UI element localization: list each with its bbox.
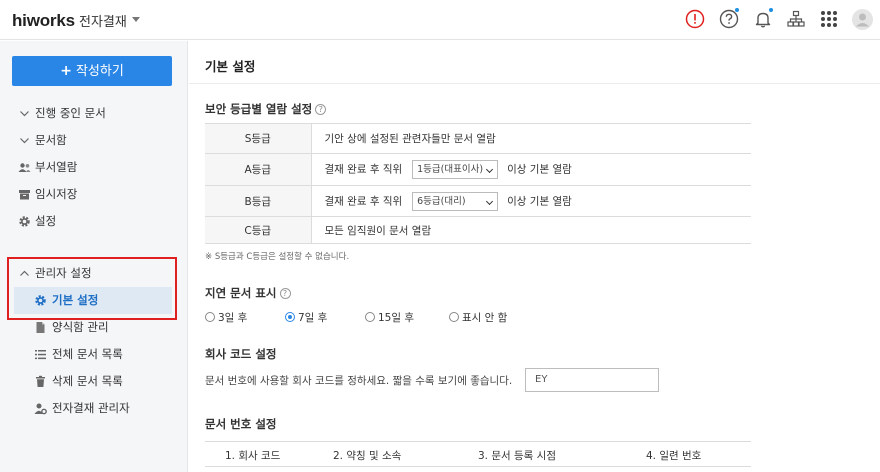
- delay-section-title: 지연 문서 표시?: [205, 285, 291, 301]
- divider: [189, 83, 880, 84]
- radio-icon[interactable]: [205, 312, 215, 322]
- sidebar-item-label: 임시저장: [35, 187, 78, 201]
- radio-label: 표시 안 함: [462, 312, 508, 324]
- chevron-down-icon: [20, 138, 29, 144]
- doc-number-part: 3. 문서 등록 시점: [478, 450, 556, 462]
- main-content: 기본 설정 보안 등급별 열람 설정? S등급 기안 상에 설정된 관련자들만 …: [189, 41, 880, 472]
- app-title[interactable]: 전자결재: [79, 11, 127, 30]
- grade-row-c: C등급 모든 임직원이 문서 열람: [205, 216, 751, 244]
- page-title: 기본 설정: [205, 59, 256, 74]
- app-menu-caret-icon[interactable]: [132, 17, 140, 22]
- grade-label: A등급: [205, 153, 312, 186]
- sidebar-item-label: 부서열람: [35, 160, 78, 174]
- grade-suffix: 이상 기본 열람: [507, 195, 572, 207]
- help-icon[interactable]: ?: [315, 104, 327, 115]
- company-code-section-title: 회사 코드 설정: [205, 347, 277, 361]
- help-notification-dot: [735, 8, 739, 12]
- compose-label: 작성하기: [75, 64, 124, 79]
- company-code-input[interactable]: EY: [525, 368, 659, 392]
- sidebar-item-in-progress[interactable]: 진행 중인 문서: [0, 100, 188, 127]
- radio-label: 15일 후: [378, 312, 415, 324]
- file-icon: [36, 322, 45, 333]
- security-grade-table: S등급 기안 상에 설정된 관련자들만 문서 열람 A등급 결재 완료 후 직위…: [205, 123, 751, 244]
- sidebar-item-approval-admin[interactable]: 전자결재 관리자: [0, 395, 188, 422]
- security-title-text: 보안 등급별 열람 설정: [205, 102, 313, 116]
- company-code-description: 문서 번호에 사용할 회사 코드를 정하세요. 짧을 수록 보기에 좋습니다.: [205, 375, 513, 387]
- radio-icon[interactable]: [365, 312, 375, 322]
- delay-option-7days[interactable]: 7일 후: [285, 310, 327, 325]
- sidebar-item-label: 설정: [35, 214, 57, 228]
- doc-number-part: 4. 일련 번호: [646, 450, 702, 462]
- grade-value: 결재 완료 후 직위 6등급(대리) 이상 기본 열람: [311, 185, 751, 217]
- grade-suffix: 이상 기본 열람: [507, 163, 572, 176]
- org-chart-icon[interactable]: [786, 9, 806, 29]
- radio-label: 7일 후: [298, 312, 328, 324]
- sidebar-item-label: 문서함: [35, 133, 67, 147]
- security-section-title: 보안 등급별 열람 설정?: [205, 101, 327, 117]
- grade-b-position-select[interactable]: 6등급(대리): [412, 191, 499, 211]
- sidebar-item-deleted-documents[interactable]: 삭제 문서 목록: [0, 368, 188, 395]
- bell-icon[interactable]: [753, 9, 773, 29]
- sidebar-item-label: 전체 문서 목록: [52, 347, 123, 361]
- grade-value: 모든 임직원이 문서 열람: [311, 216, 751, 244]
- sidebar-item-label: 전자결재 관리자: [52, 401, 130, 415]
- grade-label: B등급: [205, 185, 312, 217]
- users-icon: [18, 163, 31, 172]
- chevron-down-icon: [20, 111, 29, 117]
- doc-number-format-row: 1. 회사 코드 2. 약칭 및 소속 3. 문서 등록 시점 4. 일련 번호: [205, 441, 751, 467]
- highlight-annotation: [7, 257, 177, 320]
- radio-icon[interactable]: [449, 312, 459, 322]
- help-icon[interactable]: [719, 9, 739, 29]
- doc-number-section-title: 문서 번호 설정: [205, 417, 277, 431]
- apps-grid-icon[interactable]: [819, 9, 839, 29]
- bell-notification-dot: [769, 8, 773, 12]
- grade-row-s: S등급 기안 상에 설정된 관련자들만 문서 열람: [205, 123, 751, 154]
- alert-icon[interactable]: [685, 9, 705, 29]
- compose-button[interactable]: + 작성하기: [12, 56, 172, 86]
- top-bar: hiworks 전자결재: [0, 0, 880, 40]
- grade-label: S등급: [205, 123, 312, 154]
- grade-value: 결재 완료 후 직위 1등급(대표이사) 이상 기본 열람: [311, 153, 751, 186]
- security-note: ※ S등급과 C등급은 설정할 수 없습니다.: [205, 252, 350, 262]
- sidebar-item-all-documents[interactable]: 전체 문서 목록: [0, 341, 188, 368]
- delay-option-15days[interactable]: 15일 후: [365, 310, 414, 325]
- grade-value: 기안 상에 설정된 관련자들만 문서 열람: [311, 123, 751, 154]
- avatar[interactable]: [852, 9, 873, 30]
- logo[interactable]: hiworks: [12, 11, 75, 31]
- sidebar-item-documents[interactable]: 문서함: [0, 127, 188, 154]
- grade-row-b: B등급 결재 완료 후 직위 6등급(대리) 이상 기본 열람: [205, 185, 751, 217]
- grade-a-position-select[interactable]: 1등급(대표이사): [412, 160, 499, 179]
- grade-label: C등급: [205, 216, 312, 244]
- grade-row-a: A등급 결재 완료 후 직위 1등급(대표이사) 이상 기본 열람: [205, 153, 751, 186]
- help-icon[interactable]: ?: [279, 288, 291, 299]
- sidebar-item-label: 삭제 문서 목록: [52, 374, 123, 388]
- delay-option-3days[interactable]: 3일 후: [205, 310, 247, 325]
- grade-prefix: 결재 완료 후 직위: [324, 163, 403, 176]
- gear-icon: [19, 216, 30, 227]
- user-gear-icon: [34, 403, 47, 415]
- grade-prefix: 결재 완료 후 직위: [324, 195, 403, 207]
- delay-title-text: 지연 문서 표시: [205, 286, 277, 300]
- radio-label: 3일 후: [218, 312, 248, 324]
- plus-icon: +: [60, 63, 72, 79]
- doc-number-part: 2. 약칭 및 소속: [333, 450, 402, 462]
- list-icon: [35, 350, 46, 360]
- sidebar-item-department[interactable]: 부서열람: [0, 154, 188, 181]
- sidebar-item-drafts[interactable]: 임시저장: [0, 181, 188, 208]
- sidebar-item-settings[interactable]: 설정: [0, 208, 188, 235]
- doc-number-part: 1. 회사 코드: [225, 450, 281, 462]
- delay-option-none[interactable]: 표시 안 함: [449, 310, 507, 325]
- trash-icon: [36, 375, 45, 387]
- radio-selected-icon[interactable]: [285, 312, 295, 322]
- sidebar-item-label: 진행 중인 문서: [35, 106, 106, 120]
- box-icon: [19, 190, 30, 200]
